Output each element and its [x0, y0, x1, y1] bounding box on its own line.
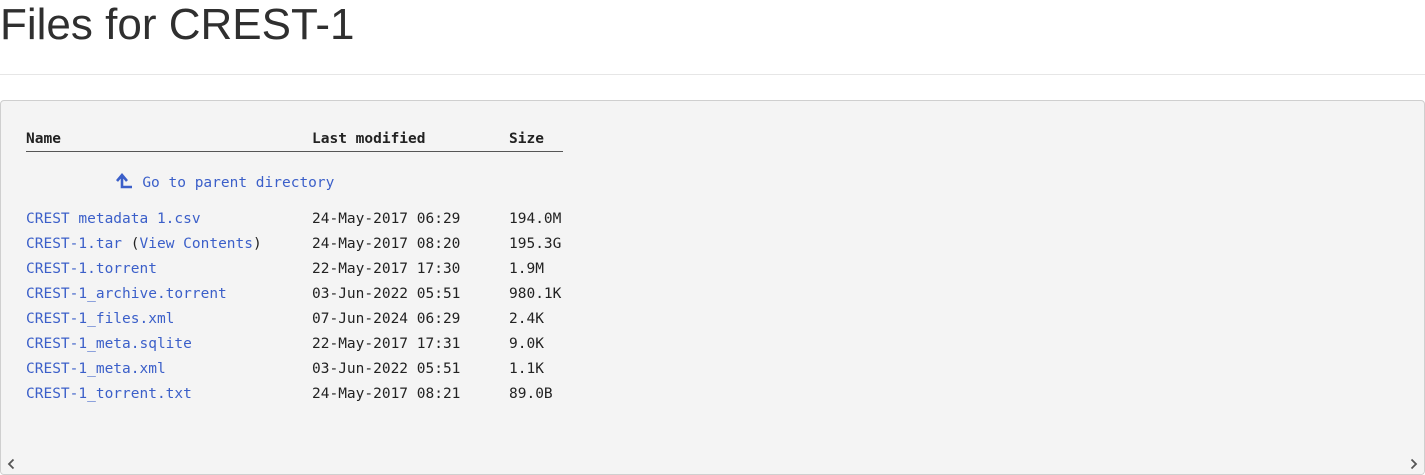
column-header-size: Size: [509, 128, 563, 152]
file-size: 9.0K: [509, 336, 544, 352]
chevron-right-icon: [1410, 458, 1418, 470]
file-modified: 07-Jun-2024 06:29: [312, 311, 461, 327]
file-size: 195.3G: [509, 236, 562, 252]
file-modified: 22-May-2017 17:30: [312, 261, 461, 277]
arrow-up-parent-icon: [116, 172, 133, 188]
file-size: 980.1K: [509, 286, 562, 302]
file-size: 89.0B: [509, 386, 553, 402]
parent-directory-link[interactable]: Go to parent directory: [113, 172, 335, 191]
table-row: CREST-1_meta.sqlite 22-May-2017 17:31 9.…: [26, 332, 563, 357]
file-link[interactable]: CREST-1_files.xml: [26, 311, 174, 327]
file-size: 1.1K: [509, 361, 544, 377]
file-link[interactable]: CREST-1_archive.torrent: [26, 286, 227, 302]
file-link[interactable]: CREST-1.torrent: [26, 261, 157, 277]
file-modified: 24-May-2017 06:29: [312, 211, 461, 227]
file-modified: 24-May-2017 08:21: [312, 386, 461, 402]
table-row: CREST-1.tar (View Contents) 24-May-2017 …: [26, 232, 563, 257]
file-link[interactable]: CREST-1_meta.sqlite: [26, 336, 192, 352]
table-row: CREST-1_archive.torrent 03-Jun-2022 05:5…: [26, 282, 563, 307]
file-link[interactable]: CREST-1_meta.xml: [26, 361, 166, 377]
paren-open: (: [122, 236, 140, 252]
title-divider: [0, 74, 1425, 75]
chevron-left-icon: [7, 458, 15, 470]
file-modified: 03-Jun-2022 05:51: [312, 361, 461, 377]
file-link[interactable]: CREST-1.tar: [26, 236, 122, 252]
table-header-row: Name Last modified Size: [26, 128, 563, 152]
page-title: Files for CREST-1: [0, 0, 355, 49]
column-header-name: Name: [26, 128, 312, 152]
paren-close: ): [253, 236, 262, 252]
horizontal-scrollbar[interactable]: [1, 454, 1424, 474]
file-listing-table: Name Last modified Size Go to parent dir…: [26, 128, 563, 407]
table-row: CREST-1.torrent 22-May-2017 17:30 1.9M: [26, 257, 563, 282]
table-row: CREST-1_torrent.txt 24-May-2017 08:21 89…: [26, 382, 563, 407]
table-row: CREST metadata 1.csv 24-May-2017 06:29 1…: [26, 207, 563, 232]
scroll-right-arrow[interactable]: [1407, 456, 1421, 472]
column-header-modified: Last modified: [312, 128, 509, 152]
file-link[interactable]: CREST metadata 1.csv: [26, 211, 201, 227]
scroll-left-arrow[interactable]: [4, 456, 18, 472]
file-listing-panel[interactable]: Name Last modified Size Go to parent dir…: [0, 100, 1425, 475]
parent-directory-row: Go to parent directory: [26, 151, 563, 207]
file-size: 194.0M: [509, 211, 562, 227]
table-row: CREST-1_meta.xml 03-Jun-2022 05:51 1.1K: [26, 357, 563, 382]
file-modified: 24-May-2017 08:20: [312, 236, 461, 252]
file-size: 2.4K: [509, 311, 544, 327]
file-modified: 22-May-2017 17:31: [312, 336, 461, 352]
table-row: CREST-1_files.xml 07-Jun-2024 06:29 2.4K: [26, 307, 563, 332]
file-size: 1.9M: [509, 261, 544, 277]
view-contents-link[interactable]: View Contents: [140, 236, 254, 252]
parent-directory-label: Go to parent directory: [142, 174, 335, 191]
file-link[interactable]: CREST-1_torrent.txt: [26, 386, 192, 402]
file-modified: 03-Jun-2022 05:51: [312, 286, 461, 302]
